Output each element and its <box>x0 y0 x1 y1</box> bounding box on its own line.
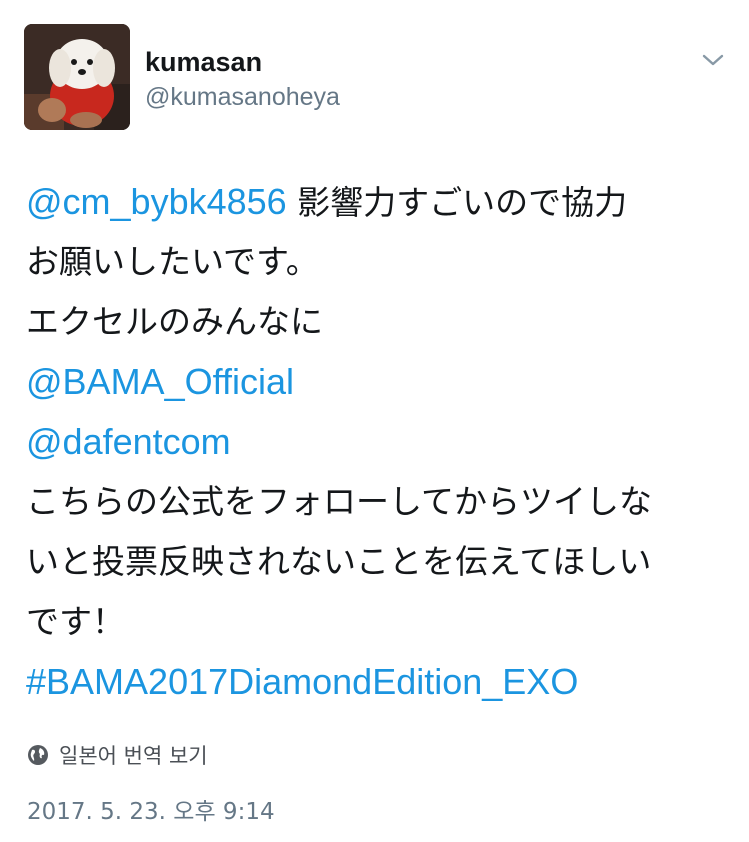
mention-link[interactable]: @cm_bybk4856 <box>26 181 287 222</box>
tweet-line: @cm_bybk4856 影響力すごいので協力 <box>26 172 726 232</box>
tweet-text-segment: 影響力すごいので協力 <box>286 183 628 222</box>
mention-link[interactable]: @dafentcom <box>26 421 231 462</box>
translate-label: 일본어 번역 보기 <box>59 744 208 768</box>
display-name[interactable]: kumasan <box>145 46 340 78</box>
tweet-header: kumasan @kumasanoheya <box>24 24 725 134</box>
tweet-line: @dafentcom <box>26 412 726 472</box>
avatar[interactable] <box>24 24 130 130</box>
tweet-line: こちらの公式をフォローしてからツイしな <box>26 472 726 532</box>
tweet-text-segment: エクセルのみんなに <box>26 302 323 341</box>
tweet-line: いと投票反映されないことを伝えてほしい <box>26 532 726 592</box>
tweet-text-segment: です！ <box>26 602 125 641</box>
translate-link[interactable]: 일본어 번역 보기 <box>27 740 208 770</box>
tweet-line: #BAMA2017DiamondEdition_EXO <box>26 652 726 712</box>
globe-icon <box>28 745 48 765</box>
tweet-line: エクセルのみんなに <box>26 292 726 352</box>
chevron-down-icon[interactable] <box>701 52 725 68</box>
tweet-line: お願いしたいです。 <box>26 232 726 292</box>
tweet-text: @cm_bybk4856 影響力すごいので協力 お願いしたいです。 エクセルのみ… <box>26 172 726 712</box>
dog-avatar-photo <box>24 24 130 130</box>
mention-link[interactable]: @BAMA_Official <box>26 361 294 402</box>
user-names: kumasan @kumasanoheya <box>145 46 340 114</box>
tweet-timestamp[interactable]: 2017. 5. 23. 오후 9:14 <box>27 792 275 826</box>
tweet-text-segment: いと投票反映されないことを伝えてほしい <box>26 542 652 581</box>
hashtag-link[interactable]: #BAMA2017DiamondEdition_EXO <box>26 661 578 702</box>
user-handle[interactable]: @kumasanoheya <box>145 80 340 114</box>
tweet-line: @BAMA_Official <box>26 352 726 412</box>
tweet-text-segment: お願いしたいです。 <box>26 242 319 281</box>
tweet-text-segment: こちらの公式をフォローしてからツイしな <box>26 482 653 521</box>
tweet-line: です！ <box>26 592 726 652</box>
